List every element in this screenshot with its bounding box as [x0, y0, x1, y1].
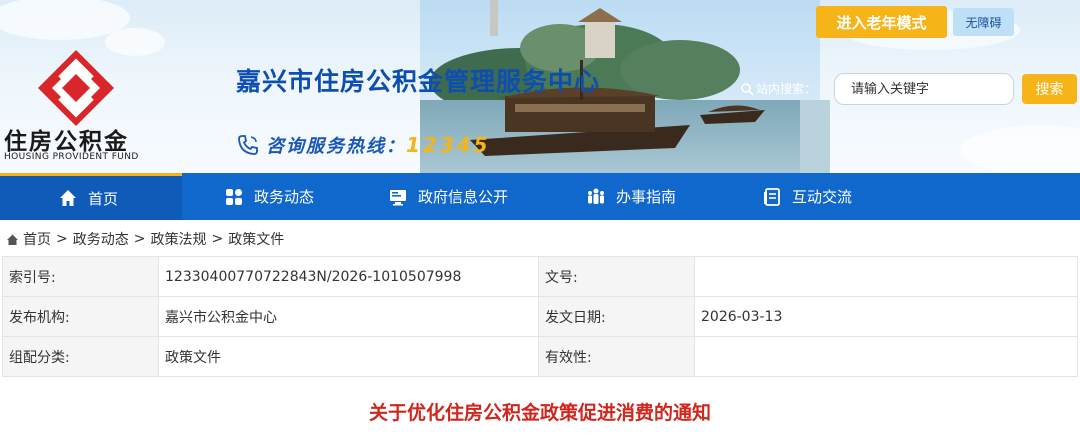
- people-icon: [588, 188, 604, 204]
- category-value: 政策文件: [158, 336, 539, 377]
- document-icon: [764, 187, 780, 206]
- nav-label: 办事指南: [616, 188, 677, 206]
- search-button[interactable]: 搜索: [1022, 74, 1077, 104]
- breadcrumb-item-policy[interactable]: 政策法规: [150, 229, 206, 249]
- validity-value: [694, 336, 1078, 377]
- document-info-table: 索引号: 12330400770722843N/2026-1010507998 …: [2, 256, 1078, 377]
- table-row: 发布机构: 嘉兴市公积金中心 发文日期: 2026-03-13: [2, 296, 1078, 337]
- breadcrumb-separator: >: [56, 231, 68, 247]
- issuer-label: 发布机构:: [2, 296, 159, 337]
- site-title: 嘉兴市住房公积金管理服务中心: [236, 67, 601, 96]
- hotline-number: 12345: [406, 133, 491, 157]
- index-label: 索引号:: [2, 256, 159, 297]
- search-label: 站内搜索：: [740, 80, 816, 97]
- elder-mode-button[interactable]: 进入老年模式: [816, 6, 947, 38]
- logo-text-en: HOUSING PROVIDENT FUND: [4, 152, 139, 162]
- accessibility-button[interactable]: 无障碍: [953, 8, 1014, 36]
- category-label: 组配分类:: [2, 336, 159, 377]
- nav-label: 政府信息公开: [418, 188, 509, 206]
- index-value: 12330400770722843N/2026-1010507998: [158, 256, 539, 297]
- nav-label: 首页: [88, 189, 119, 208]
- logo-text-cn: 住房公积金: [4, 129, 129, 155]
- home-small-icon: [7, 234, 18, 245]
- doc-no-label: 文号:: [538, 256, 695, 297]
- nav-item-gov-info[interactable]: 政府信息公开: [344, 173, 540, 220]
- issuer-value: 嘉兴市公积金中心: [158, 296, 539, 337]
- breadcrumb: 首页 > 政务动态 > 政策法规 > 政策文件: [0, 225, 1080, 253]
- nav-item-interact[interactable]: 互动交流: [722, 173, 922, 220]
- nav-item-guide[interactable]: 办事指南: [540, 173, 722, 220]
- monitor-icon: [390, 189, 406, 205]
- breadcrumb-item-policy-docs[interactable]: 政策文件: [228, 229, 284, 249]
- hotline: 咨询服务热线： 12345: [236, 132, 491, 158]
- hotline-label: 咨询服务热线：: [266, 136, 406, 157]
- breadcrumb-separator: >: [211, 231, 224, 247]
- date-value: 2026-03-13: [694, 296, 1078, 337]
- search-icon: [741, 82, 754, 96]
- phone-icon: [238, 135, 258, 155]
- home-icon: [60, 190, 76, 206]
- search-input[interactable]: [834, 73, 1014, 105]
- nav-item-news[interactable]: 政务动态: [182, 173, 344, 220]
- site-header: 住房公积金 HOUSING PROVIDENT FUND 嘉兴市住房公积金管理服…: [0, 0, 1080, 173]
- breadcrumb-item-news[interactable]: 政务动态: [73, 229, 129, 249]
- breadcrumb-separator: >: [133, 231, 146, 247]
- grid-icon: [226, 188, 242, 205]
- article-title: 关于优化住房公积金政策促进消费的通知: [368, 402, 711, 424]
- search-label-text: 站内搜索：: [756, 82, 817, 96]
- nav-item-home[interactable]: 首页: [0, 173, 182, 220]
- table-row: 索引号: 12330400770722843N/2026-1010507998 …: [2, 256, 1078, 297]
- doc-no-value: [694, 256, 1078, 297]
- housing-fund-logo-icon: [38, 50, 114, 126]
- validity-label: 有效性:: [538, 336, 695, 377]
- date-label: 发文日期:: [538, 296, 695, 337]
- breadcrumb-item-home[interactable]: 首页: [23, 229, 51, 249]
- main-nav: 首页 政务动态 政府信息公开 办事指南 互动交流: [0, 173, 1080, 220]
- nav-label: 互动交流: [792, 188, 853, 206]
- nav-label: 政务动态: [254, 188, 315, 206]
- table-row: 组配分类: 政策文件 有效性:: [2, 336, 1078, 377]
